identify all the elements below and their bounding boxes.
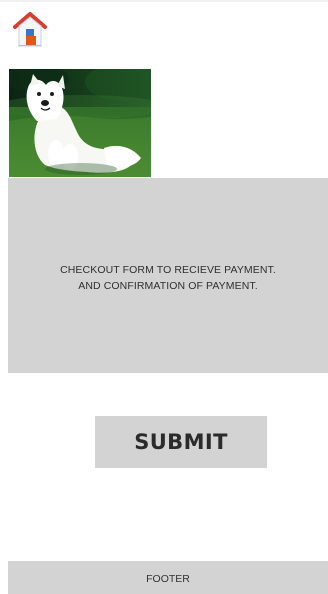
checkout-content-panel: CHECKOUT FORM TO RECIEVE PAYMENT. AND CO… <box>8 178 328 373</box>
home-icon <box>13 12 47 47</box>
submit-button[interactable]: SUBMIT <box>95 416 267 468</box>
checkout-description-line-2: AND CONFIRMATION OF PAYMENT. <box>78 280 258 292</box>
dog-photo <box>9 69 151 177</box>
checkout-page: CHECKOUT FORM TO RECIEVE PAYMENT. AND CO… <box>0 0 328 594</box>
checkout-description-line-1: CHECKOUT FORM TO RECIEVE PAYMENT. <box>60 264 276 276</box>
footer-label: FOOTER <box>146 573 190 585</box>
checkout-description: CHECKOUT FORM TO RECIEVE PAYMENT. AND CO… <box>8 262 328 294</box>
top-strip <box>0 0 328 2</box>
home-link[interactable] <box>11 9 49 49</box>
footer: FOOTER <box>8 561 328 594</box>
